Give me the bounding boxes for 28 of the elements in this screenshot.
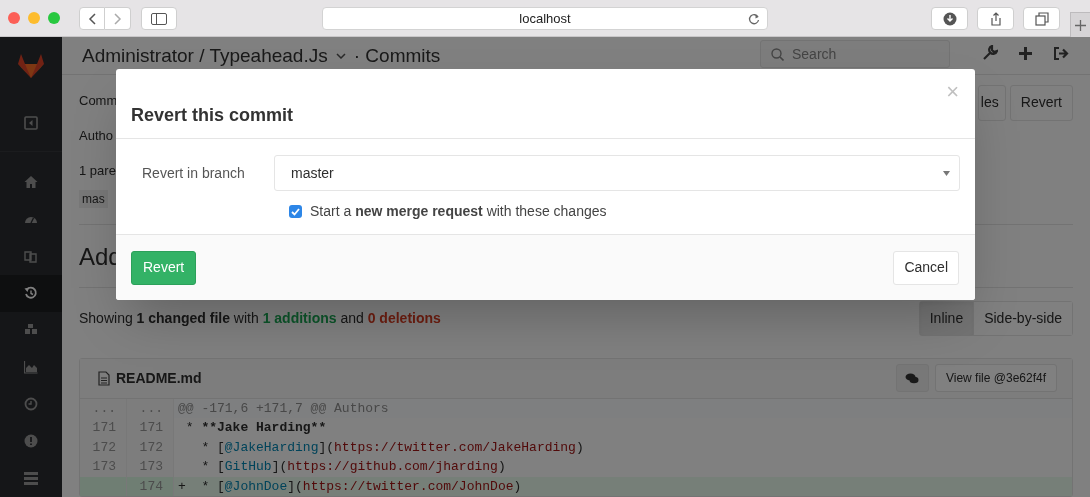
- url-text: localhost: [519, 9, 571, 28]
- code-line: * **Jake Harding**: [184, 419, 327, 437]
- toolbar-button[interactable]: Revert: [1009, 84, 1073, 121]
- code-line: + * [@JohnDoe](https://twitter.com/JohnDoe): [177, 477, 522, 496]
- branch-select[interactable]: master: [274, 155, 960, 191]
- checkbox-label: Start a new merge request with these changes: [310, 202, 607, 221]
- commit-info-text: Autho: [79, 126, 114, 145]
- view-file-button[interactable]: View file @3e62f4f: [934, 364, 1057, 392]
- search-field[interactable]: Search: [760, 40, 950, 68]
- page-title: · Commits: [353, 44, 441, 68]
- commit-info-text: Comm: [79, 91, 118, 110]
- branch-label: mas: [79, 189, 108, 208]
- file-name: README.md: [116, 368, 202, 388]
- view-mode-tab[interactable]: Inline: [919, 302, 974, 335]
- breadcrumb-link[interactable]: Administrator / Typeahead.Js: [82, 44, 328, 68]
- code-line: @@ -171,6 +171,7 @@ Authors: [177, 399, 389, 418]
- modal-title: Revert this commit: [131, 104, 294, 127]
- cancel-button[interactable]: Cancel: [893, 250, 959, 285]
- toolbar-button[interactable]: les: [977, 84, 1006, 121]
- view-mode-tab[interactable]: Side-by-side: [973, 302, 1072, 335]
- revert-button[interactable]: Revert: [131, 250, 197, 285]
- code-line: * [GitHub](https://github.com/jharding): [200, 458, 506, 476]
- code-line: * [@JakeHarding](https://twitter.com/JakeHarding): [200, 438, 584, 457]
- field-label: Revert in branch: [141, 163, 246, 183]
- diff-summary: Showing 1 changed file with 1 additions and 0 deletions: [79, 309, 441, 328]
- commit-info-text: 1 pare: [79, 161, 117, 180]
- search-placeholder: Search: [792, 44, 837, 64]
- address-bar[interactable]: localhost: [322, 7, 768, 30]
